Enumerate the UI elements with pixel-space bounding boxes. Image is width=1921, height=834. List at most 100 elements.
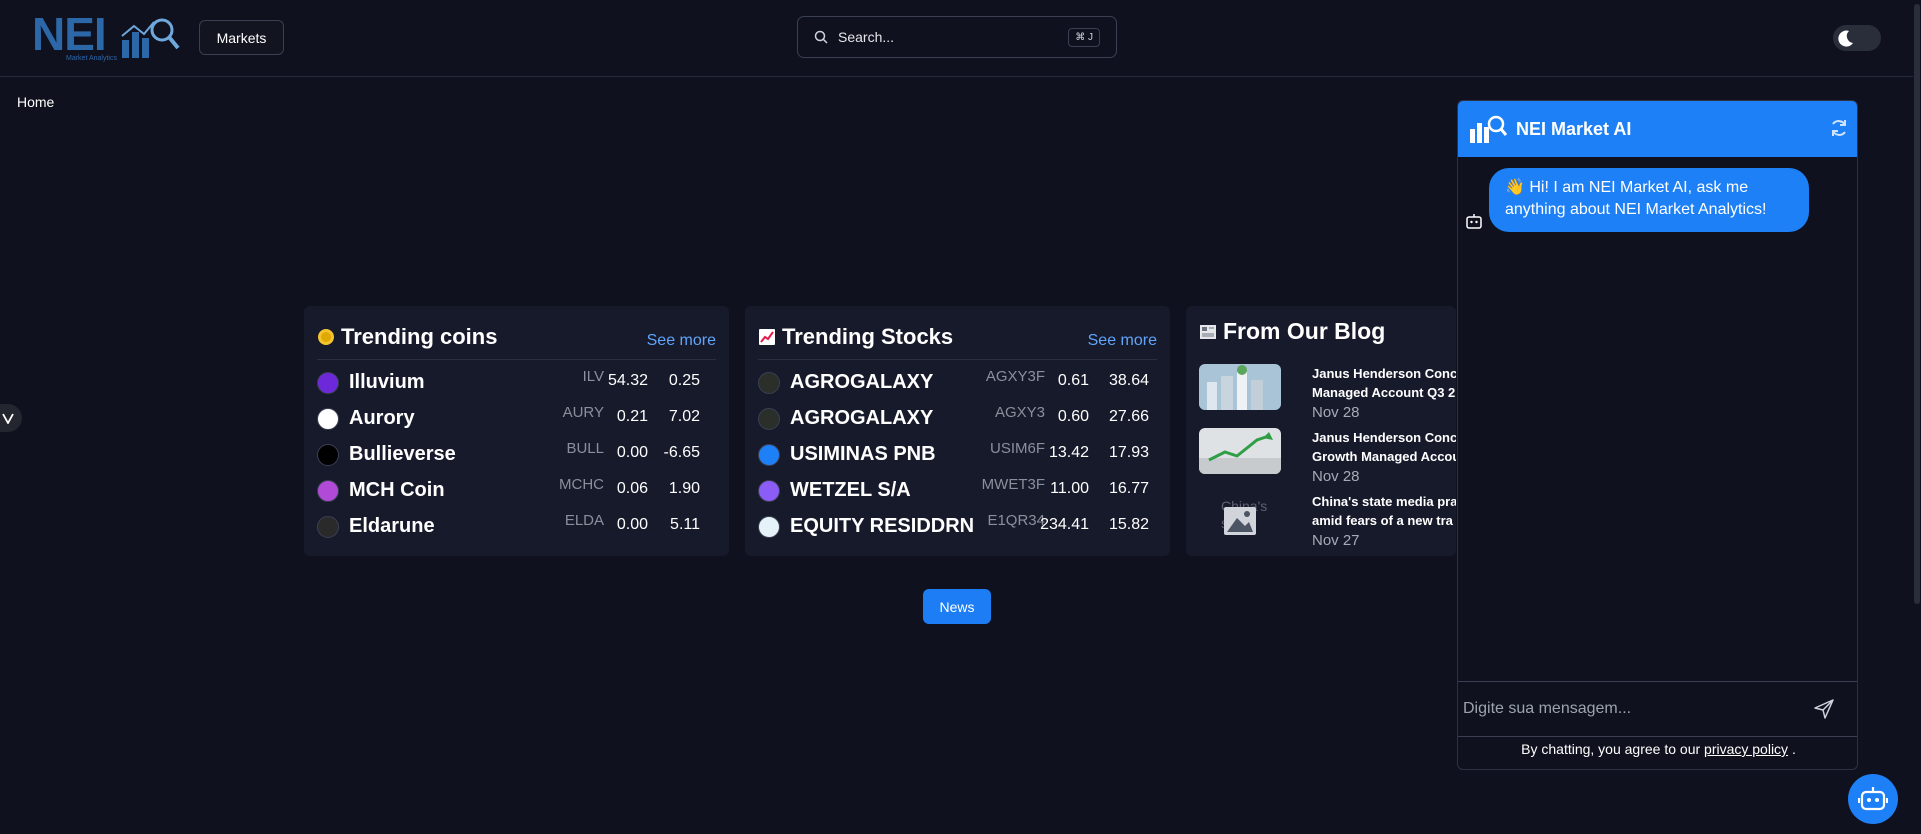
coin-row[interactable]: Aurory AURY 0.21 7.02 xyxy=(317,402,716,438)
chat-header: NEI Market AI xyxy=(1458,101,1857,157)
coin-logo-icon xyxy=(317,444,339,466)
card-header: Trending Stocks See more xyxy=(758,324,1157,360)
bot-avatar-icon xyxy=(1466,214,1482,229)
stock-logo-icon xyxy=(758,408,780,430)
privacy-policy-link[interactable]: privacy policy xyxy=(1704,741,1788,757)
coin-price: 0.06 xyxy=(616,480,648,497)
chat-title: NEI Market AI xyxy=(1516,119,1632,139)
blog-date: Nov 28 xyxy=(1312,468,1360,485)
sidebar-expand-button[interactable] xyxy=(0,404,22,432)
chat-footer-period: . xyxy=(1791,741,1796,757)
trending-stocks-title: Trending Stocks xyxy=(782,324,954,349)
trending-coins-title: Trending coins xyxy=(341,324,498,349)
stock-symbol: E1QR34 xyxy=(987,512,1045,529)
broken-image[interactable]: China's state xyxy=(1199,492,1281,538)
page-scrollbar[interactable] xyxy=(1913,0,1921,834)
blog-thumbnail[interactable] xyxy=(1199,364,1281,410)
bot-icon xyxy=(1858,787,1888,811)
nei-logo-icon xyxy=(1470,115,1508,143)
chat-footer: By chatting, you agree to our privacy po… xyxy=(1458,741,1857,757)
coin-name[interactable]: Eldarune xyxy=(349,515,435,538)
chart-magnifier-icon xyxy=(121,18,180,58)
stock-logo-icon xyxy=(758,372,780,394)
moon-icon xyxy=(1838,30,1853,47)
coin-change: 1.90 xyxy=(668,480,700,497)
blog-card: From Our Blog Janus Henderson Conc Manag… xyxy=(1186,306,1456,556)
coin-symbol: ILV xyxy=(582,368,604,385)
logo-text: NEI xyxy=(32,8,107,60)
blog-item[interactable]: Janus Henderson Conc Growth Managed Acco… xyxy=(1199,428,1456,488)
blog-title: From Our Blog xyxy=(1199,318,1385,345)
stock-price: 234.41 xyxy=(1040,516,1089,533)
news-button[interactable]: News xyxy=(923,589,991,624)
markets-button[interactable]: Markets xyxy=(199,20,284,55)
stock-name[interactable]: WETZEL S/A xyxy=(790,479,911,502)
search-input[interactable]: Search... ⌘ J xyxy=(797,16,1117,58)
stock-name[interactable]: EQUITY RESIDDRN xyxy=(790,515,974,538)
chat-panel: NEI Market AI 👋 Hi! I am NEI Market AI, … xyxy=(1457,100,1858,770)
blog-headline[interactable]: China's state media pra amid fears of a … xyxy=(1312,492,1456,530)
blog-thumbnail[interactable] xyxy=(1199,428,1281,474)
stock-price: 0.61 xyxy=(1057,372,1089,389)
search-shortcut-badge: ⌘ J xyxy=(1068,28,1100,47)
chat-input-placeholder: Digite sua mensagem... xyxy=(1463,700,1632,717)
coin-symbol: AURY xyxy=(562,404,604,421)
send-icon[interactable] xyxy=(1813,698,1835,720)
stock-row[interactable]: EQUITY RESIDDRN E1QR34 234.41 15.82 xyxy=(758,510,1157,546)
chatbot-toggle-button[interactable] xyxy=(1848,774,1898,824)
coin-logo-icon xyxy=(317,372,339,394)
breadcrumb-home[interactable]: Home xyxy=(17,94,54,110)
theme-toggle[interactable] xyxy=(1833,25,1881,51)
coin-symbol: BULL xyxy=(566,440,604,457)
logo-subtitle: Market Analytics xyxy=(66,55,117,62)
stock-row[interactable]: AGROGALAXY AGXY3F 0.61 38.64 xyxy=(758,366,1157,402)
stock-logo-icon xyxy=(758,480,780,502)
scrollbar-thumb[interactable] xyxy=(1914,4,1920,604)
stock-name[interactable]: AGROGALAXY xyxy=(790,371,933,394)
chat-footer-text: By chatting, you agree to our xyxy=(1521,741,1701,757)
stock-name[interactable]: USIMINAS PNB xyxy=(790,443,936,466)
stock-row[interactable]: WETZEL S/A MWET3F 11.00 16.77 xyxy=(758,474,1157,510)
blog-date: Nov 27 xyxy=(1312,532,1360,549)
coin-name[interactable]: Illuvium xyxy=(349,371,425,394)
chat-message-bot: 👋 Hi! I am NEI Market AI, ask me anythin… xyxy=(1489,168,1809,232)
nei-logo[interactable]: NEI Market Analytics xyxy=(30,8,185,66)
stock-change: 15.82 xyxy=(1108,516,1149,533)
trending-coins-card: Trending coins See more Illuvium ILV 54.32… xyxy=(304,306,729,556)
blog-date: Nov 28 xyxy=(1312,404,1360,421)
blog-headline[interactable]: Janus Henderson Conc Growth Managed Acco… xyxy=(1312,428,1456,466)
stock-symbol: USIM6F xyxy=(989,440,1045,457)
blog-item[interactable]: China's state China's state media pra am… xyxy=(1199,492,1456,552)
coin-row[interactable]: Bullieverse BULL 0.00 -6.65 xyxy=(317,438,716,474)
stock-symbol: AGXY3F xyxy=(985,368,1045,385)
stock-name[interactable]: AGROGALAXY xyxy=(790,407,933,430)
coin-row[interactable]: Eldarune ELDA 0.00 5.11 xyxy=(317,510,716,546)
coin-logo-icon xyxy=(317,480,339,502)
see-more-coins-link[interactable]: See more xyxy=(647,332,716,350)
coin-icon xyxy=(318,329,334,345)
chat-message-input[interactable]: Digite sua mensagem... xyxy=(1458,681,1857,737)
stock-row[interactable]: AGROGALAXY AGXY3 0.60 27.66 xyxy=(758,402,1157,438)
top-header: NEI Market Analytics Markets Search... ⌘… xyxy=(0,0,1921,77)
newspaper-icon xyxy=(1200,324,1216,339)
coin-change: 5.11 xyxy=(670,516,700,533)
blog-headline[interactable]: Janus Henderson Conc Managed Account Q3 … xyxy=(1312,364,1456,402)
coin-change: -6.65 xyxy=(663,444,700,461)
see-more-stocks-link[interactable]: See more xyxy=(1088,332,1157,350)
trending-stocks-card: Trending Stocks See more AGROGALAXY AGXY3… xyxy=(745,306,1170,556)
coin-name[interactable]: MCH Coin xyxy=(349,479,445,502)
refresh-icon[interactable] xyxy=(1829,118,1849,138)
coin-symbol: ELDA xyxy=(564,512,604,529)
coin-row[interactable]: MCH Coin MCHC 0.06 1.90 xyxy=(317,474,716,510)
coin-logo-icon xyxy=(317,408,339,430)
coin-name[interactable]: Bullieverse xyxy=(349,443,456,466)
coin-row[interactable]: Illuvium ILV 54.32 0.25 xyxy=(317,366,716,402)
blog-item[interactable]: Janus Henderson Conc Managed Account Q3 … xyxy=(1199,364,1456,424)
coin-price: 54.32 xyxy=(607,372,648,389)
coin-price: 0.00 xyxy=(616,444,648,461)
stock-change: 27.66 xyxy=(1108,408,1149,425)
card-title: Trending coins xyxy=(317,324,497,350)
coin-name[interactable]: Aurory xyxy=(349,407,415,430)
coin-logo-icon xyxy=(317,516,339,538)
stock-row[interactable]: USIMINAS PNB USIM6F 13.42 17.93 xyxy=(758,438,1157,474)
